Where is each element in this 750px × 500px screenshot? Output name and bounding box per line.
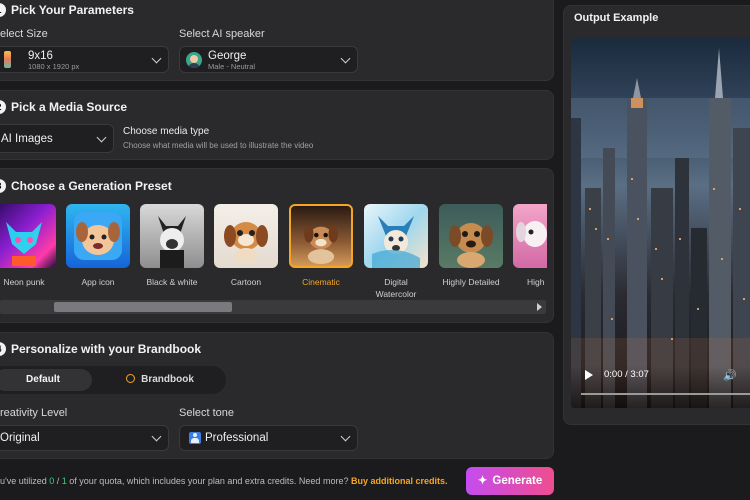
speaker-avatar: [186, 52, 202, 68]
sparkle-icon: ✦: [477, 475, 488, 487]
preset-label: Cartoon: [230, 277, 262, 287]
dog-neon-icon: [6, 222, 42, 266]
size-label: elect Size: [0, 28, 48, 40]
media-value: AI Images: [1, 133, 53, 145]
aspect-ratio-icon: [4, 51, 11, 68]
speaker-select[interactable]: George Male - Neutral: [179, 46, 358, 73]
preset-black-white[interactable]: [140, 204, 204, 268]
media-type-title: Choose media type: [123, 126, 210, 137]
media-select[interactable]: AI Images: [0, 124, 114, 153]
chevron-down-icon: [151, 53, 162, 64]
preset-app-icon[interactable]: [66, 204, 130, 268]
preset-label: Highly Detailed: [442, 277, 500, 287]
default-tab[interactable]: Default: [0, 369, 92, 391]
preset-neon-punk[interactable]: [0, 204, 56, 268]
size-sub: 1080 x 1920 px: [28, 62, 80, 71]
quota-text: u've utilized 0 / 1 of your quota, which…: [0, 476, 448, 486]
tone-label: Select tone: [179, 407, 235, 419]
radio-icon: [126, 374, 136, 383]
parameters-title: Pick Your Parameters: [11, 3, 134, 17]
creativity-value: Original: [0, 432, 40, 444]
preset-title: Choose a Generation Preset: [11, 179, 172, 193]
chevron-down-icon: [340, 431, 351, 442]
media-type-hint: Choose what media will be used to illust…: [123, 141, 314, 150]
generate-button[interactable]: ✦ Generate: [466, 467, 554, 495]
dog-cinematic-icon: [304, 225, 338, 265]
preset-label: Black & white: [146, 277, 198, 287]
video-time: 0:00 / 3:07: [604, 369, 649, 380]
play-icon[interactable]: [585, 370, 593, 380]
dog-app-icon: [74, 212, 122, 260]
preset-label: App icon: [81, 277, 115, 287]
preset-label: Neon punk: [3, 277, 45, 287]
output-title: Output Example: [574, 12, 659, 24]
preset-label: Digital Watercolor: [375, 277, 417, 299]
dog-high-icon: [516, 221, 547, 247]
video-player[interactable]: 0:00 / 3:07 🔊: [571, 38, 750, 408]
tone-person-icon: [189, 432, 201, 444]
size-select[interactable]: 9x16 1080 x 1920 px: [0, 46, 169, 73]
preset-scrollbar[interactable]: [0, 300, 546, 314]
city-skyline-image: [571, 48, 750, 408]
preset-high[interactable]: [513, 204, 547, 268]
dog-bw-icon: [158, 216, 186, 268]
chevron-down-icon: [340, 53, 351, 64]
speaker-label: Select AI speaker: [179, 28, 265, 40]
preset-highly-detailed[interactable]: [439, 204, 503, 268]
preset-label-selected: Cinematic: [302, 277, 340, 287]
preset-cinematic[interactable]: [289, 204, 353, 268]
media-title: Pick a Media Source: [11, 100, 128, 114]
buy-credits-link[interactable]: Buy additional credits.: [351, 476, 448, 486]
dog-cartoon-icon: [224, 222, 268, 264]
tone-select[interactable]: Professional: [179, 425, 358, 451]
tone-value: Professional: [205, 432, 269, 444]
speaker-sub: Male - Neutral: [208, 62, 256, 71]
preset-digital-watercolor[interactable]: [364, 204, 428, 268]
speaker-name: George: [208, 50, 247, 62]
brandbook-title: Personalize with your Brandbook: [11, 342, 202, 356]
chevron-down-icon: [151, 431, 162, 442]
size-value: 9x16: [28, 50, 53, 62]
preset-label: High: [527, 277, 545, 287]
video-progress-track[interactable]: [581, 393, 750, 395]
creativity-label: reativity Level: [0, 407, 68, 419]
scroll-thumb[interactable]: [54, 302, 232, 312]
preset-cartoon[interactable]: [214, 204, 278, 268]
dog-detailed-icon: [449, 223, 493, 268]
scroll-right-arrow-icon[interactable]: [537, 303, 542, 311]
brandbook-tab[interactable]: Brandbook: [100, 369, 220, 391]
creativity-select[interactable]: Original: [0, 425, 169, 451]
volume-icon[interactable]: 🔊: [723, 369, 737, 382]
chevron-down-icon: [96, 132, 107, 143]
dog-watercolor-icon: [372, 216, 420, 268]
